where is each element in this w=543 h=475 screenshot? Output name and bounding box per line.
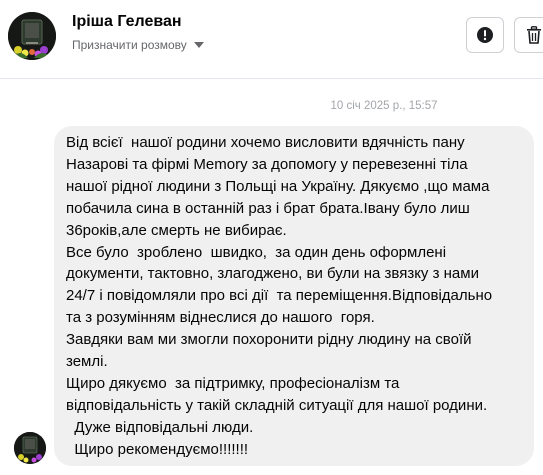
message-bubble[interactable]: Від всієї нашої родини хочемо висловити … — [54, 126, 534, 466]
message-line: Від всієї нашої родини хочемо висловити … — [66, 134, 465, 151]
contact-name[interactable]: Іріша Гелеван — [72, 13, 182, 31]
message-line: Назарові та фірмі Memory за допомогу у п… — [66, 155, 468, 173]
sender-avatar[interactable] — [14, 432, 46, 464]
exclamation-circle-icon — [477, 27, 493, 43]
delete-button[interactable] — [514, 17, 543, 53]
message-line: 24/7 і повідомляли про всі дії та перемі… — [66, 287, 493, 305]
assign-conversation-dropdown[interactable]: Призначити розмову — [72, 38, 204, 52]
message-line: Щиро рекомендуємо!!!!!!! — [66, 440, 249, 458]
message-timestamp: 10 січ 2025 р., 15:57 — [0, 100, 543, 112]
message-line: нашої рідної людини з Польщі на Україну.… — [66, 177, 490, 195]
message-line: Завдяки вам ми змогли похоронити рідну л… — [66, 331, 472, 349]
message-line: Все було зроблено швидко, за один день о… — [66, 243, 447, 261]
sender-avatar-image — [14, 432, 46, 464]
message-line: Щиро дякуємо за підтримку, професіоналіз… — [66, 374, 400, 392]
message-line: побачила сина в останній раз і брат брат… — [66, 199, 470, 217]
message-line: 36років,але смерть не вибирає. — [66, 221, 287, 239]
message-line: землі. — [66, 353, 108, 371]
contact-avatar[interactable] — [8, 12, 56, 60]
report-button[interactable] — [466, 17, 504, 53]
conversation-header: Іріша Гелеван Призначити розмову — [0, 0, 543, 79]
avatar-image — [8, 12, 56, 60]
message-line: Дуже відповідальні люди. — [66, 418, 254, 436]
timestamp-text: 10 січ 2025 р., 15:57 — [330, 100, 438, 112]
chevron-down-icon — [193, 42, 204, 48]
assign-conversation-label: Призначити розмову — [72, 38, 187, 52]
message-line: документи, тактовно, злагоджено, ви були… — [66, 265, 479, 283]
trash-icon — [527, 26, 541, 44]
message-line: відповідальність у такій складній ситуац… — [66, 396, 488, 414]
message-line: та з розумінням віднеслися до нашого гор… — [66, 309, 375, 327]
